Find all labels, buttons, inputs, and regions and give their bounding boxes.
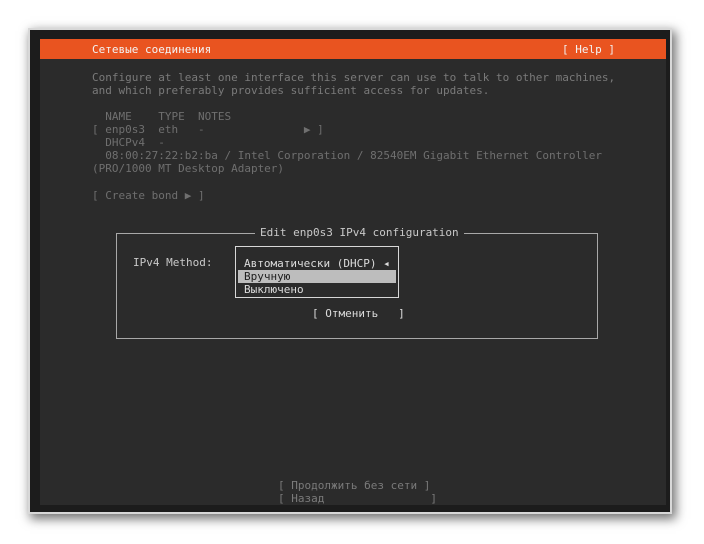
help-button[interactable]: [ Help ]	[562, 43, 615, 57]
option-manual[interactable]: Вручную	[238, 270, 396, 283]
header-bar: Сетевые соединения [ Help ]	[40, 39, 666, 59]
back-button[interactable]: [ Назад ]	[278, 492, 437, 505]
option-dhcp[interactable]: Автоматически (DHCP) ◂	[236, 257, 398, 270]
interface-table-header: NAME TYPE NOTES	[92, 110, 232, 123]
interface-mac-info: 08:00:27:22:b2:ba / Intel Corporation / …	[92, 149, 602, 162]
ipv4-method-dropdown[interactable]: Автоматически (DHCP) ◂ Вручную Выключено	[235, 246, 399, 298]
interface-adapter-info: (PRO/1000 MT Desktop Adapter)	[92, 162, 285, 175]
page-title: Сетевые соединения	[92, 43, 212, 56]
intro-line-2: and which preferably provides sufficient…	[92, 84, 490, 97]
continue-without-network-button[interactable]: [ Продолжить без сети ]	[278, 479, 430, 493]
cancel-button[interactable]: [ Отменить ]	[312, 307, 405, 321]
ipv4-method-label: IPv4 Method:	[133, 256, 213, 269]
interface-dhcp-status: DHCPv4 -	[92, 136, 165, 149]
installer-screen: Сетевые соединения [ Help ] Configure at…	[40, 39, 666, 505]
dialog-title: Edit enp0s3 IPv4 configuration	[255, 226, 464, 240]
intro-line-1: Configure at least one interface this se…	[92, 71, 616, 84]
ipv4-config-dialog: Edit enp0s3 IPv4 configuration IPv4 Meth…	[116, 226, 598, 339]
create-bond-button[interactable]: [ Create bond ▶ ]	[92, 189, 205, 203]
interface-row-enp0s3[interactable]: [ enp0s3 eth - ▶ ]	[92, 123, 324, 137]
option-disabled[interactable]: Выключено	[236, 283, 398, 296]
